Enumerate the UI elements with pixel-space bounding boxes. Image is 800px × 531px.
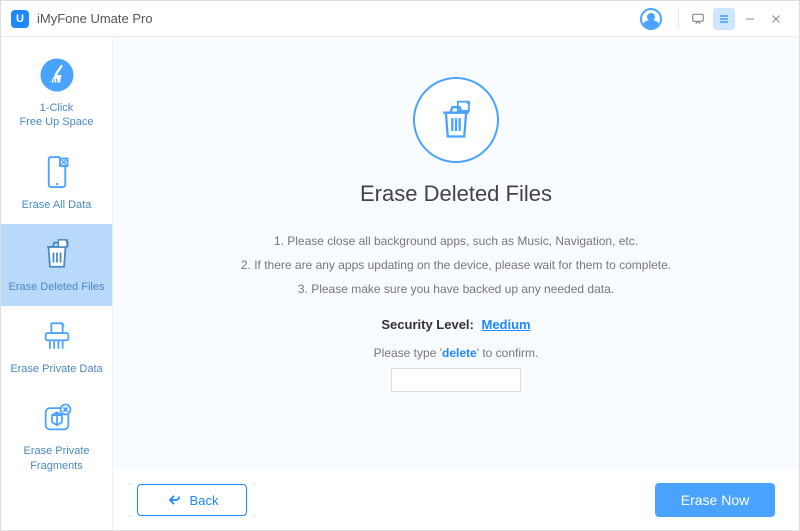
confirm-prompt: Please type 'delete' to confirm. bbox=[374, 346, 539, 360]
page-title: Erase Deleted Files bbox=[360, 181, 552, 207]
sidebar-item-label: Erase Private Data bbox=[10, 362, 102, 376]
security-level-label: Security Level: bbox=[381, 317, 474, 332]
security-level-link[interactable]: Medium bbox=[482, 317, 531, 332]
broom-icon bbox=[37, 55, 77, 95]
back-button[interactable]: Back bbox=[137, 484, 247, 516]
sidebar-item-label: 1-Click Free Up Space bbox=[20, 101, 94, 130]
confirm-suffix: ' to confirm. bbox=[477, 346, 539, 360]
back-arrow-icon bbox=[166, 493, 182, 507]
sidebar-item-label: Erase Private Fragments bbox=[23, 444, 89, 473]
instructions: 1. Please close all background apps, suc… bbox=[241, 229, 671, 301]
shredder-icon bbox=[37, 316, 77, 356]
content: Erase Deleted Files 1. Please close all … bbox=[113, 37, 799, 470]
sidebar: 1-Click Free Up Space Erase All Data Era… bbox=[1, 37, 113, 530]
sidebar-item-erase-fragments[interactable]: Erase Private Fragments bbox=[1, 388, 112, 485]
sidebar-item-erase-deleted[interactable]: Erase Deleted Files bbox=[1, 224, 112, 306]
instruction-line-2: 2. If there are any apps updating on the… bbox=[241, 253, 671, 277]
sidebar-item-label: Erase Deleted Files bbox=[9, 280, 105, 294]
phone-erase-icon bbox=[37, 152, 77, 192]
instruction-line-3: 3. Please make sure you have backed up a… bbox=[241, 277, 671, 301]
confirm-keyword: delete bbox=[442, 346, 477, 360]
account-avatar-icon[interactable] bbox=[640, 8, 662, 30]
back-button-label: Back bbox=[190, 493, 219, 508]
feedback-icon[interactable] bbox=[687, 8, 709, 30]
app-logo-icon: U bbox=[11, 10, 29, 28]
erase-hero-icon bbox=[413, 77, 499, 163]
security-level-row: Security Level: Medium bbox=[381, 317, 530, 332]
confirm-prefix: Please type ' bbox=[374, 346, 442, 360]
trash-document-icon bbox=[37, 234, 77, 274]
menu-icon[interactable] bbox=[713, 8, 735, 30]
minimize-button[interactable] bbox=[739, 8, 761, 30]
sidebar-item-erase-all[interactable]: Erase All Data bbox=[1, 142, 112, 224]
erase-now-button[interactable]: Erase Now bbox=[655, 483, 775, 517]
footer: Back Erase Now bbox=[113, 470, 799, 530]
sidebar-item-freeup[interactable]: 1-Click Free Up Space bbox=[1, 45, 112, 142]
app-fragments-icon bbox=[37, 398, 77, 438]
main-panel: Erase Deleted Files 1. Please close all … bbox=[113, 37, 799, 530]
sidebar-item-label: Erase All Data bbox=[22, 198, 92, 212]
sidebar-item-erase-private[interactable]: Erase Private Data bbox=[1, 306, 112, 388]
close-button[interactable] bbox=[765, 8, 787, 30]
separator bbox=[678, 9, 679, 29]
instruction-line-1: 1. Please close all background apps, suc… bbox=[241, 229, 671, 253]
titlebar: U iMyFone Umate Pro bbox=[1, 1, 799, 37]
confirm-input[interactable] bbox=[391, 368, 521, 392]
app-title: iMyFone Umate Pro bbox=[37, 11, 153, 26]
